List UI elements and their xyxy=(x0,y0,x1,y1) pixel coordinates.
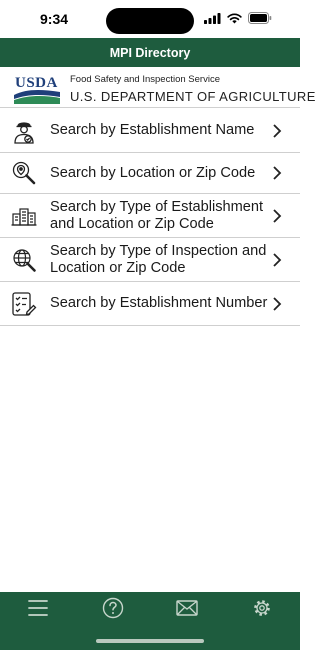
agency-name: Food Safety and Inspection Service xyxy=(70,74,220,85)
page-title: MPI Directory xyxy=(109,45,191,60)
wifi-icon xyxy=(227,12,242,23)
menu-item-label: Search by Type of Establishment and Loca… xyxy=(50,198,264,232)
location-search-icon xyxy=(12,161,36,185)
menu-item-location-zip[interactable]: Search by Location or Zip Code xyxy=(0,153,300,194)
search-menu: Search by Establishment Name Search by L… xyxy=(0,109,300,326)
help-icon xyxy=(102,597,124,619)
mail-icon xyxy=(176,600,198,616)
chevron-right-icon xyxy=(273,296,282,311)
battery-icon xyxy=(248,12,272,24)
usda-banner: USDA Food Safety and Inspection Service … xyxy=(0,67,315,108)
menu-icon xyxy=(28,600,48,616)
dynamic-island xyxy=(106,8,194,34)
department-name: U.S. DEPARTMENT OF AGRICULTURE xyxy=(70,89,316,104)
tab-mail[interactable] xyxy=(174,596,200,620)
tab-bar xyxy=(0,592,300,650)
menu-item-establishment-type[interactable]: Search by Type of Establishment and Loca… xyxy=(0,194,300,238)
tab-menu[interactable] xyxy=(25,596,51,620)
buildings-icon xyxy=(11,207,37,226)
chevron-right-icon xyxy=(273,208,282,223)
chevron-right-icon xyxy=(273,166,282,180)
usda-logo: USDA xyxy=(14,75,60,104)
tab-help[interactable] xyxy=(100,596,126,620)
status-icons xyxy=(204,12,272,24)
menu-item-label: Search by Establishment Number xyxy=(50,295,268,311)
menu-item-establishment-name[interactable]: Search by Establishment Name xyxy=(0,109,300,153)
globe-search-icon xyxy=(13,248,36,272)
chevron-right-icon xyxy=(273,252,282,267)
inspector-icon xyxy=(14,121,34,144)
settings-icon xyxy=(254,600,270,616)
menu-item-establishment-number[interactable]: Search by Establishment Number xyxy=(0,282,300,326)
home-indicator[interactable] xyxy=(96,639,204,643)
app-screen: 9:34 MPI Directory USDA Food Safety and … xyxy=(0,0,315,650)
menu-item-inspection-type[interactable]: Search by Type of Inspection and Locatio… xyxy=(0,238,300,282)
svg-text:USDA: USDA xyxy=(15,75,58,91)
chevron-right-icon xyxy=(273,123,282,138)
menu-item-label: Search by Location or Zip Code xyxy=(50,164,256,181)
status-time: 9:34 xyxy=(40,11,69,27)
menu-item-label: Search by Type of Inspection and Locatio… xyxy=(50,242,267,276)
nav-bar: MPI Directory xyxy=(0,38,300,67)
status-bar: 9:34 xyxy=(0,0,300,38)
menu-item-label: Search by Establishment Name xyxy=(50,122,255,138)
signal-icon xyxy=(204,12,221,24)
tab-settings[interactable] xyxy=(249,596,275,620)
checklist-icon xyxy=(12,291,37,316)
